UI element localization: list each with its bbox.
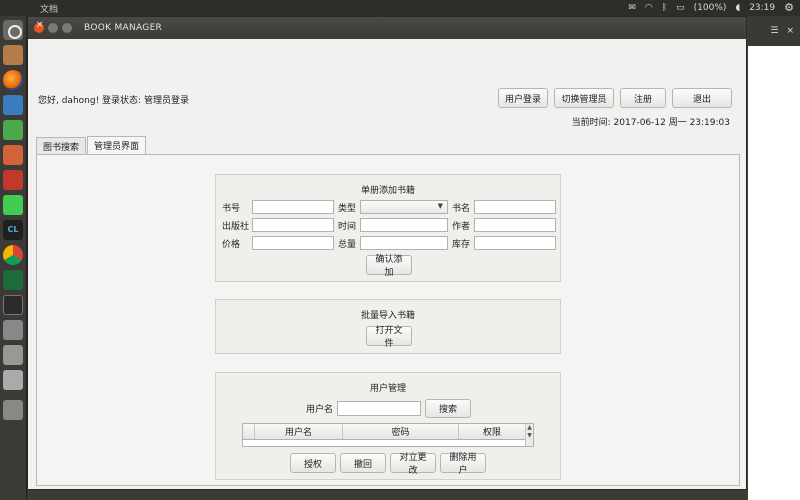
chevron-down-icon: ▼ <box>437 202 443 210</box>
volume-icon[interactable]: ◖ <box>735 3 740 13</box>
date-label: 时间 <box>338 221 357 232</box>
username-search-input[interactable] <box>337 401 422 416</box>
active-app-title: 文档 <box>40 5 59 15</box>
user-management-group: 用户管理 用户名 搜索 用户名 密码 权限 ▲ ▼ 授权 撤回 对立更改 删除用… <box>215 372 561 480</box>
battery-icon[interactable]: ▭ <box>676 3 685 13</box>
book-manager-window: BOOK MANAGER 您好, dahong! 登录状态: 管理员登录 用户登… <box>27 16 747 490</box>
disk-icon[interactable] <box>3 370 23 390</box>
user-login-button[interactable]: 用户登录 <box>497 88 548 108</box>
impress-icon[interactable] <box>3 145 23 165</box>
mail-icon[interactable]: ✉ <box>628 3 636 13</box>
files-icon[interactable] <box>3 45 23 65</box>
launcher: CL <box>0 16 27 500</box>
dash-icon[interactable] <box>3 20 23 40</box>
admin-panel: 单册添加书籍 书号 类型 ▼ 书名 出版社 时间 作者 价格 总量 库存 确认添… <box>36 154 740 486</box>
android-studio-icon[interactable] <box>3 270 23 290</box>
user-action-buttons: 授权 撤回 对立更改 删除用户 <box>290 453 486 476</box>
window-maximize-button[interactable] <box>62 23 72 33</box>
window-titlebar[interactable]: BOOK MANAGER <box>28 17 746 39</box>
date-input[interactable] <box>360 218 448 232</box>
qt-creator-icon[interactable] <box>3 195 23 215</box>
background-window-header: ☰ × <box>748 16 800 46</box>
help-icon[interactable] <box>3 320 23 340</box>
system-tray: ✉ ◠ ᛒ ▭ (100%) ◖ 23:19 ⚙ <box>628 2 794 13</box>
author-label: 作者 <box>452 221 471 232</box>
publisher-input[interactable] <box>252 218 334 232</box>
terminal-icon[interactable] <box>3 295 23 315</box>
window-close-button[interactable] <box>34 20 44 33</box>
open-file-button[interactable]: 打开文件 <box>366 326 412 349</box>
tab-admin[interactable]: 管理员界面 <box>87 136 147 154</box>
system-top-panel: 文档 ✉ ◠ ᛒ ▭ (100%) ◖ 23:19 ⚙ <box>0 0 800 16</box>
logout-button[interactable]: 退出 <box>672 88 732 108</box>
batch-import-title: 批量导入书籍 <box>360 311 415 321</box>
battery-percent[interactable]: (100%) <box>694 3 727 13</box>
user-table-header: 用户名 密码 权限 <box>243 424 533 440</box>
table-scrollbar[interactable]: ▲ ▼ <box>525 424 533 446</box>
switch-admin-button[interactable]: 切换管理员 <box>554 88 614 108</box>
user-table[interactable]: 用户名 密码 权限 ▲ ▼ <box>242 423 534 447</box>
form-row: 出版社 时间 作者 <box>222 218 556 232</box>
clock[interactable]: 23:19 <box>749 3 775 13</box>
username-label: 用户名 <box>306 405 334 415</box>
clion-icon[interactable]: CL <box>3 220 23 240</box>
batch-import-group: 批量导入书籍 打开文件 <box>215 299 561 354</box>
author-input[interactable] <box>474 218 556 232</box>
account-buttons: 用户登录 切换管理员 注册 退出 <box>497 88 732 108</box>
stock-input[interactable] <box>474 236 556 250</box>
add-book-title: 单册添加书籍 <box>360 186 415 196</box>
window-title: BOOK MANAGER <box>84 23 163 33</box>
trash-icon[interactable] <box>3 400 23 420</box>
column-permission[interactable]: 权限 <box>459 424 525 439</box>
title-input[interactable] <box>474 200 556 214</box>
network-icon[interactable]: ◠ <box>645 3 653 13</box>
isbn-input[interactable] <box>252 200 334 214</box>
search-button[interactable]: 搜索 <box>425 399 472 418</box>
user-search-row: 用户名 搜索 <box>306 399 472 418</box>
price-label: 价格 <box>222 239 241 250</box>
isbn-label: 书号 <box>222 203 241 214</box>
app-icon[interactable] <box>3 345 23 365</box>
tools-icon[interactable] <box>3 170 23 190</box>
type-select[interactable]: ▼ <box>360 200 448 214</box>
form-row: 书号 类型 ▼ 书名 <box>222 200 556 214</box>
row-header-corner <box>243 424 255 439</box>
stock-label: 库存 <box>452 239 471 250</box>
apply-changes-button[interactable]: 对立更改 <box>390 453 436 476</box>
confirm-add-button[interactable]: 确认添加 <box>366 255 412 278</box>
revoke-button[interactable]: 撤回 <box>340 453 386 473</box>
register-button[interactable]: 注册 <box>620 88 666 108</box>
form-row: 价格 总量 库存 <box>222 236 556 250</box>
column-password[interactable]: 密码 <box>343 424 459 439</box>
gear-icon[interactable]: ⚙ <box>784 2 794 13</box>
delete-user-button[interactable]: 删除用户 <box>440 453 486 476</box>
grant-button[interactable]: 授权 <box>290 453 336 473</box>
total-label: 总量 <box>338 239 357 250</box>
window-minimize-button[interactable] <box>48 23 58 33</box>
menu-icon[interactable]: ☰ <box>770 26 778 36</box>
type-label: 类型 <box>338 203 357 214</box>
total-input[interactable] <box>360 236 448 250</box>
firefox-icon[interactable] <box>3 70 23 90</box>
tab-book-search[interactable]: 图书搜索 <box>36 137 87 154</box>
background-window: ☰ × <box>748 16 800 500</box>
close-icon[interactable]: × <box>786 26 794 36</box>
bluetooth-icon[interactable]: ᛒ <box>662 3 667 13</box>
user-management-title: 用户管理 <box>369 384 406 394</box>
column-username[interactable]: 用户名 <box>255 424 343 439</box>
tab-bar: 图书搜索 管理员界面 <box>36 136 147 154</box>
price-input[interactable] <box>252 236 334 250</box>
publisher-label: 出版社 <box>222 221 250 232</box>
add-book-group: 单册添加书籍 书号 类型 ▼ 书名 出版社 时间 作者 价格 总量 库存 确认添… <box>215 174 561 282</box>
writer-icon[interactable] <box>3 95 23 115</box>
login-status: 您好, dahong! 登录状态: 管理员登录 <box>38 96 189 106</box>
current-time: 当前时间: 2017-06-12 周一 23:19:03 <box>571 118 730 128</box>
title-label: 书名 <box>452 203 471 214</box>
chrome-icon[interactable] <box>3 245 23 265</box>
calc-icon[interactable] <box>3 120 23 140</box>
